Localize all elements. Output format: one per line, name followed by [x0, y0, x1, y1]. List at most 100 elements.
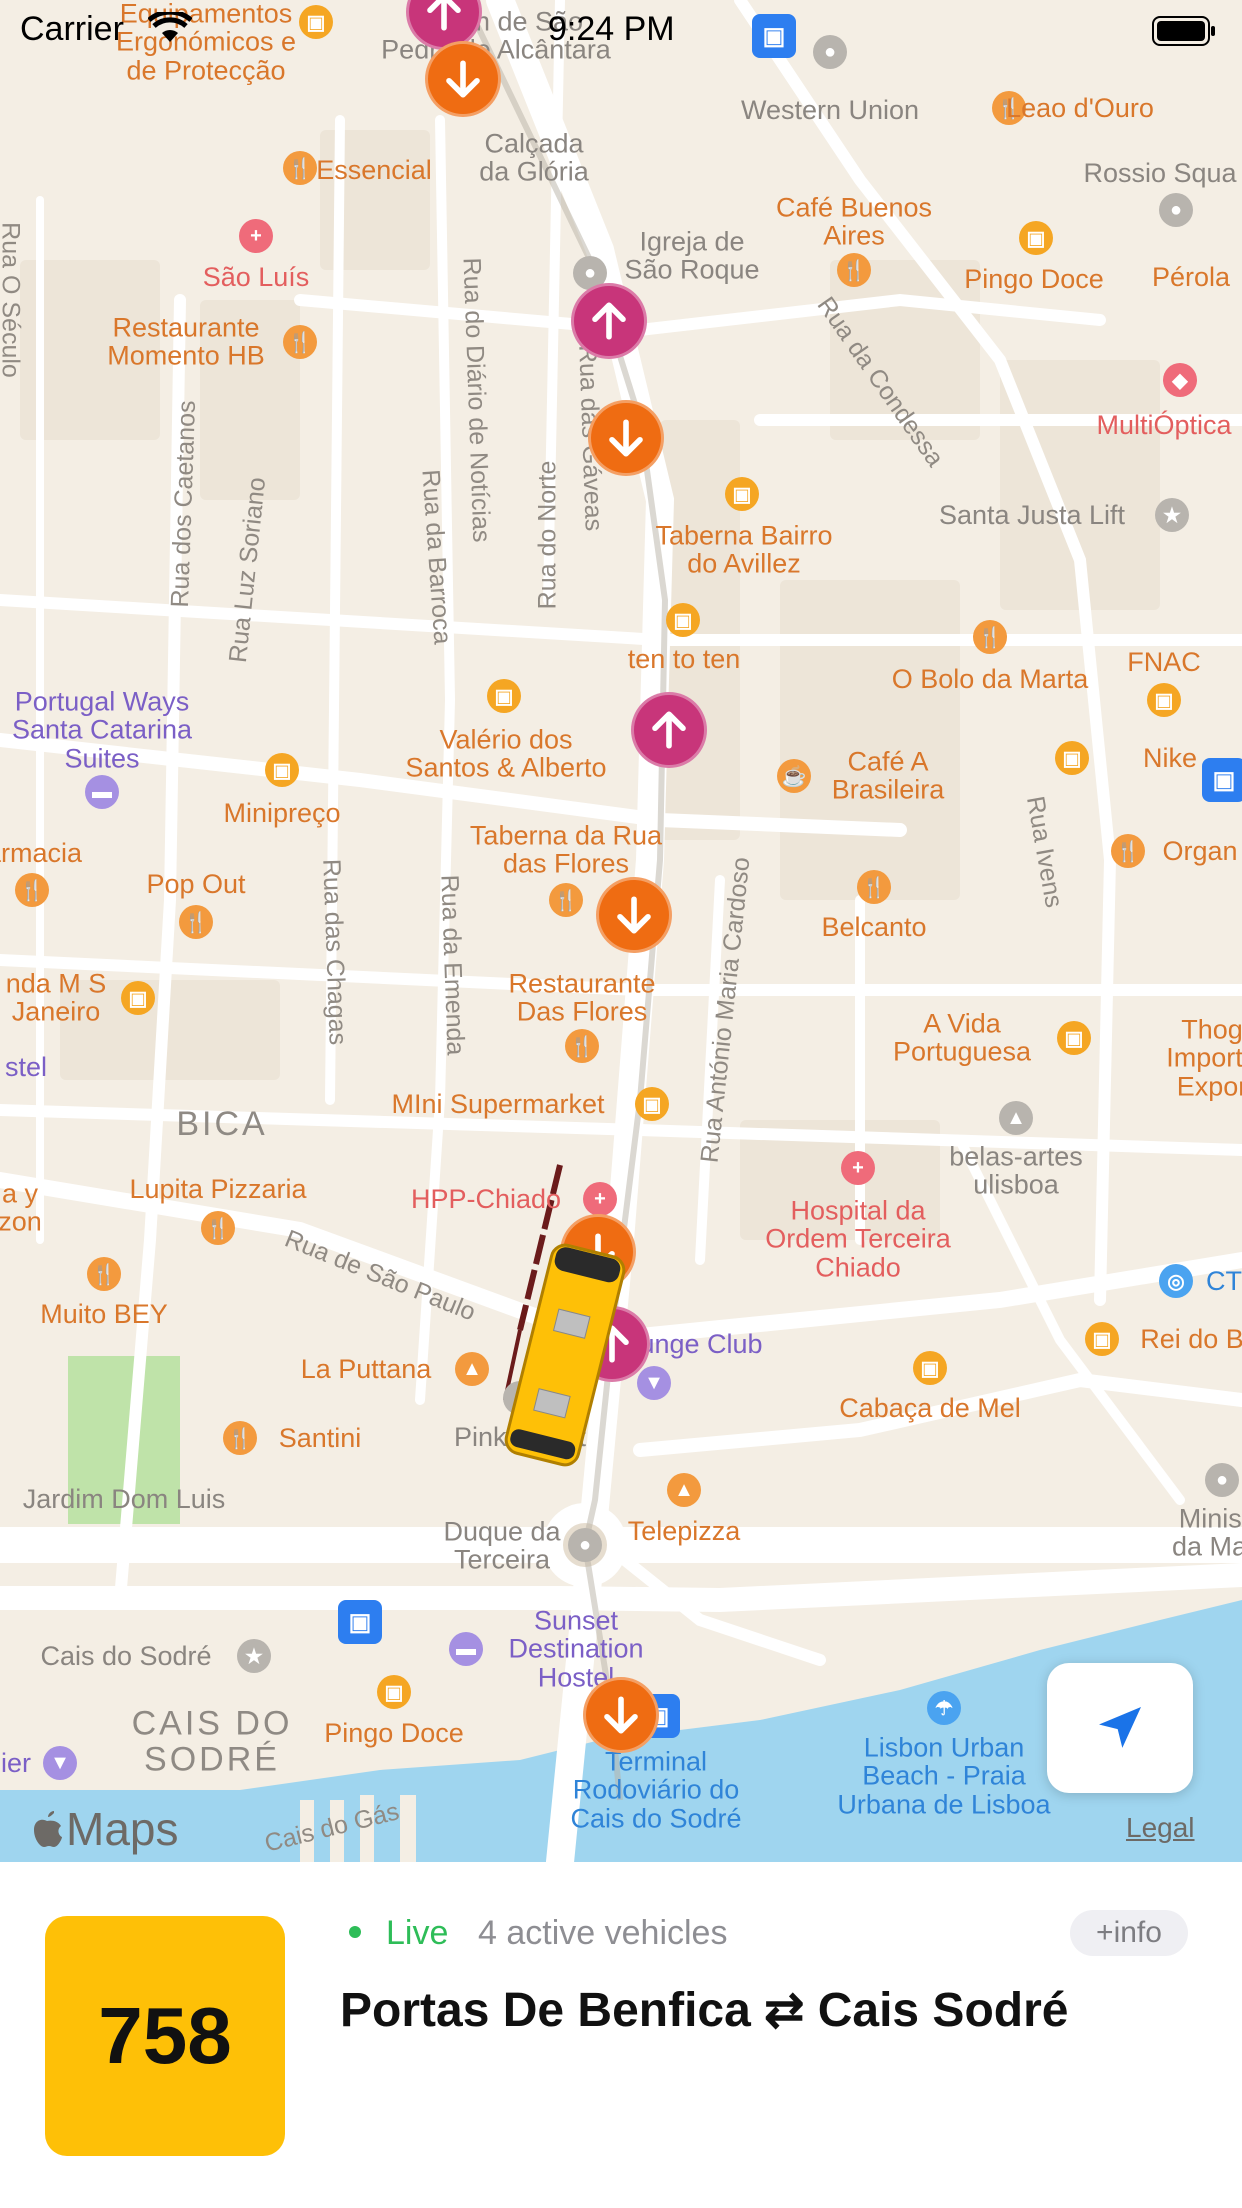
restaurant-icon[interactable]: 🍴: [15, 873, 49, 907]
place-label[interactable]: Belcanto: [821, 912, 926, 941]
place-label[interactable]: Portugal Ways Santa Catarina Suites: [12, 687, 192, 772]
restaurant-icon[interactable]: 🍴: [1111, 834, 1145, 868]
place-label[interactable]: Lisbon Urban Beach - Praia Urbana de Lisbo…: [837, 1733, 1050, 1818]
place-label[interactable]: ThogImportaExpor: [1166, 1015, 1242, 1100]
poi-icon[interactable]: ●: [1159, 193, 1193, 227]
place-label[interactable]: Leao d'Ouro: [1006, 93, 1154, 122]
poi-icon[interactable]: ☂: [927, 1691, 961, 1725]
place-label[interactable]: HPP-Chiado: [411, 1184, 561, 1213]
place-label[interactable]: ten to ten: [628, 644, 741, 673]
place-label[interactable]: São Luís: [203, 262, 310, 291]
locate-me-button[interactable]: [1047, 1663, 1193, 1793]
restaurant-icon[interactable]: ▲: [455, 1352, 489, 1386]
shopping-icon[interactable]: ▣: [1055, 741, 1089, 775]
hospital-icon[interactable]: +: [239, 219, 273, 253]
place-label[interactable]: Pingo Doce: [324, 1718, 464, 1747]
place-label[interactable]: Restaurante Das Flores: [508, 970, 655, 1027]
shopping-icon[interactable]: ▣: [121, 981, 155, 1015]
bus-stop-up-marker[interactable]: [571, 283, 647, 359]
place-label[interactable]: La Puttana: [301, 1354, 432, 1383]
map-view[interactable]: 🍴 ▣ ● ● 🍴 + 🍴 🍴 ▣ ● ◆ ▣ ▣ 🍴 ▣ ★ ▬ ▣ ▣ ☕ ▣ 🍴 🍴 🍴 🍴 🍴 ▣ 🍴 ▣ ▣ ▲ + + 🍴 🍴 ◎ ▼ ▣ ▲ ▣…: [0, 0, 1242, 1862]
poi-icon[interactable]: ◎: [1159, 1264, 1193, 1298]
place-label[interactable]: nda M S Janeiro: [6, 970, 107, 1027]
poi-icon[interactable]: ●: [568, 1528, 602, 1562]
restaurant-icon[interactable]: 🍴: [837, 253, 871, 287]
poi-icon[interactable]: ▼: [43, 1746, 77, 1780]
place-label[interactable]: A Vida Portuguesa: [893, 1010, 1031, 1067]
restaurant-icon[interactable]: 🍴: [223, 1421, 257, 1455]
place-label[interactable]: Western Union: [741, 95, 919, 124]
restaurant-icon[interactable]: 🍴: [179, 905, 213, 939]
shopping-icon[interactable]: ▣: [1085, 1322, 1119, 1356]
place-label[interactable]: Pérola: [1152, 262, 1230, 291]
place-label[interactable]: Café A Brasileira: [832, 748, 945, 805]
place-label[interactable]: Jardim Dom Luis: [23, 1484, 226, 1513]
place-label[interactable]: O Bolo da Marta: [892, 664, 1089, 693]
place-label[interactable]: belas-artes ulisboa: [949, 1143, 1083, 1200]
transit-station-icon[interactable]: ▣: [1202, 758, 1242, 802]
bus-stop-up-marker[interactable]: [631, 692, 707, 768]
more-info-button[interactable]: +info: [1070, 1910, 1188, 1956]
bus-stop-down-marker[interactable]: [588, 400, 664, 476]
restaurant-icon[interactable]: 🍴: [857, 870, 891, 904]
poi-icon[interactable]: ★: [237, 1639, 271, 1673]
place-label[interactable]: Duque da Terceira: [443, 1518, 560, 1575]
restaurant-icon[interactable]: ▲: [667, 1473, 701, 1507]
poi-icon[interactable]: ★: [1155, 498, 1189, 532]
hospital-icon[interactable]: ◆: [1163, 363, 1197, 397]
place-label[interactable]: Cais do Sodré: [40, 1641, 211, 1670]
place-label[interactable]: Taberna Bairro do Avillez: [655, 522, 832, 579]
restaurant-icon[interactable]: ☕: [777, 759, 811, 793]
poi-icon[interactable]: ▲: [999, 1101, 1033, 1135]
bus-stop-down-marker[interactable]: [583, 1677, 659, 1753]
place-label[interactable]: MIni Supermarket: [391, 1089, 604, 1118]
place-label[interactable]: Café Buenos Aires: [776, 194, 932, 251]
place-label[interactable]: CAIS DO SODRÉ: [132, 1705, 293, 1777]
place-label[interactable]: Hospital da Ordem Terceira Chiado: [765, 1196, 951, 1281]
poi-icon[interactable]: ▼: [637, 1366, 671, 1400]
shopping-icon[interactable]: ▣: [725, 477, 759, 511]
place-label[interactable]: FNAC: [1127, 647, 1201, 676]
place-label[interactable]: Pingo Doce: [964, 264, 1104, 293]
restaurant-icon[interactable]: 🍴: [973, 620, 1007, 654]
legal-link[interactable]: Legal: [1126, 1812, 1195, 1844]
place-label[interactable]: Essencial: [316, 155, 432, 184]
shopping-icon[interactable]: ▣: [1057, 1021, 1091, 1055]
shopping-icon[interactable]: ▣: [265, 753, 299, 787]
restaurant-icon[interactable]: 🍴: [565, 1029, 599, 1063]
place-label[interactable]: Lupita Pizzaria: [129, 1174, 306, 1203]
hospital-icon[interactable]: +: [841, 1151, 875, 1185]
place-label[interactable]: Terminal Rodoviário do Cais do Sodré: [570, 1747, 741, 1832]
place-label[interactable]: Pop Out: [146, 869, 245, 898]
place-label[interactable]: a y zon: [0, 1180, 42, 1237]
place-label[interactable]: Santa Justa Lift: [939, 500, 1125, 529]
place-label[interactable]: Telepizza: [628, 1516, 741, 1545]
place-label[interactable]: BICA: [176, 1106, 267, 1143]
restaurant-icon[interactable]: 🍴: [87, 1257, 121, 1291]
place-label[interactable]: Rei do B: [1140, 1324, 1242, 1353]
place-label[interactable]: stel: [5, 1052, 47, 1081]
place-label[interactable]: Muito BEY: [40, 1299, 168, 1328]
restaurant-icon[interactable]: 🍴: [283, 151, 317, 185]
place-label[interactable]: Rossio Squa: [1083, 158, 1236, 187]
restaurant-icon[interactable]: 🍴: [201, 1211, 235, 1245]
place-label[interactable]: Igreja de São Roque: [624, 228, 759, 285]
poi-icon[interactable]: ▬: [449, 1632, 483, 1666]
hospital-icon[interactable]: +: [583, 1182, 617, 1216]
place-label[interactable]: Cabaça de Mel: [839, 1393, 1021, 1422]
poi-icon[interactable]: ▬: [85, 775, 119, 809]
shopping-icon[interactable]: ▣: [666, 603, 700, 637]
shopping-icon[interactable]: ▣: [913, 1351, 947, 1385]
place-label[interactable]: Minipreço: [223, 798, 340, 827]
bus-stop-down-marker[interactable]: [596, 877, 672, 953]
place-label[interactable]: CT: [1206, 1266, 1242, 1295]
restaurant-icon[interactable]: 🍴: [283, 325, 317, 359]
place-label[interactable]: Restaurante Momento HB: [107, 314, 265, 371]
place-label[interactable]: Nike: [1143, 743, 1197, 772]
place-label[interactable]: ier: [1, 1748, 31, 1777]
place-label[interactable]: Ministda Mar: [1172, 1505, 1242, 1562]
shopping-icon[interactable]: ▣: [1147, 683, 1181, 717]
transit-station-icon[interactable]: ▣: [338, 1600, 382, 1644]
shopping-icon[interactable]: ▣: [635, 1087, 669, 1121]
place-label[interactable]: Valério dos Santos & Alberto: [405, 726, 606, 783]
